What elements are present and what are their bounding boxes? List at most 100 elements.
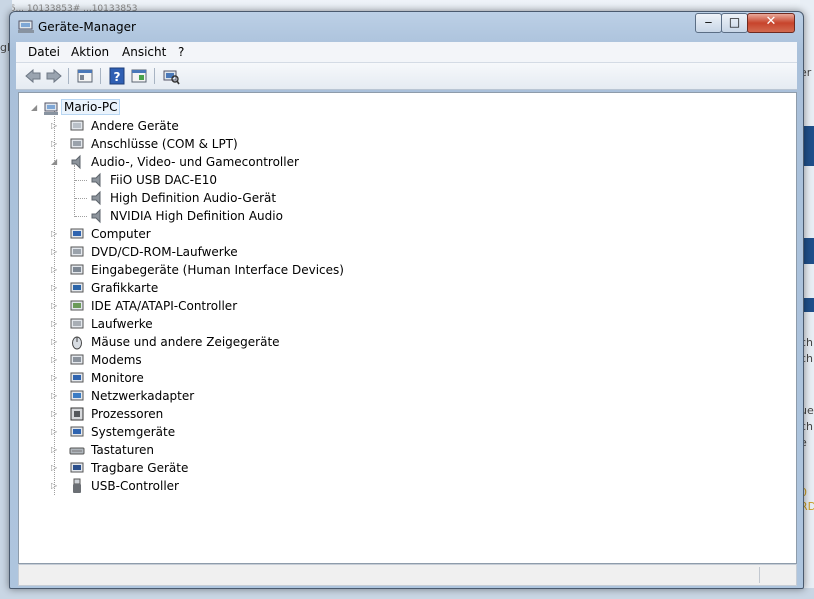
tree-category[interactable]: ▷ Netzwerkadapter	[19, 387, 439, 405]
expand-icon[interactable]: ▷	[51, 121, 59, 131]
tree-root[interactable]: ◢ Mario-PC	[19, 99, 319, 117]
port-icon	[70, 138, 84, 149]
tree-device-label: High Definition Audio-Gerät	[110, 191, 277, 205]
tree-device[interactable]: NVIDIA High Definition Audio	[19, 207, 439, 225]
tree-category[interactable]: ▷ Andere Geräte	[19, 117, 439, 135]
maximize-button[interactable]: □	[721, 13, 748, 33]
speaker-icon	[91, 208, 101, 224]
collapse-icon[interactable]: ◢	[31, 103, 39, 113]
tree-category-label: Mäuse und andere Zeigegeräte	[91, 335, 280, 349]
computer-icon	[70, 228, 84, 239]
expand-icon[interactable]: ▷	[51, 247, 59, 257]
expand-icon[interactable]: ▷	[51, 139, 59, 149]
tree-category-label: Laufwerke	[91, 317, 153, 331]
title-bar[interactable]: Geräte-Manager ‒ □ ✕	[10, 12, 803, 40]
tree-category-label: Netzwerkadapter	[91, 389, 195, 403]
expand-icon[interactable]: ▷	[51, 265, 59, 275]
tree-device-label: FiiO USB DAC-E10	[110, 173, 217, 187]
tree-category[interactable]: ▷ Prozessoren	[19, 405, 439, 423]
expand-icon[interactable]: ▷	[51, 229, 59, 239]
tree-category[interactable]: ▷ Modems	[19, 351, 439, 369]
tree-category-label: Modems	[91, 353, 142, 367]
menu-aktion[interactable]: Aktion	[71, 45, 109, 59]
expand-icon[interactable]: ▷	[51, 337, 59, 347]
menu-help[interactable]: ?	[178, 45, 184, 59]
tree-category[interactable]: ▷ Tastaturen	[19, 441, 439, 459]
tree-category[interactable]: ▷ USB-Controller	[19, 477, 439, 495]
ide-controller-icon	[70, 300, 84, 311]
tree-category-label: Systemgeräte	[91, 425, 176, 439]
speaker-icon	[91, 172, 101, 188]
device-tree-panel[interactable]: ◢ Mario-PC ▷ Andere Geräte ▷ Anschlüsse (CO…	[18, 92, 797, 564]
back-arrow-icon[interactable]	[24, 67, 42, 85]
tree-device[interactable]: FiiO USB DAC-E10	[19, 171, 439, 189]
tree-category-label: Anschlüsse (COM & LPT)	[91, 137, 238, 151]
minimize-button[interactable]: ‒	[695, 13, 722, 33]
minimize-icon: ‒	[704, 15, 713, 29]
menu-datei[interactable]: Datei	[28, 45, 60, 59]
other-devices-icon	[70, 120, 84, 131]
expand-icon[interactable]: ▷	[51, 283, 59, 293]
expand-icon[interactable]: ▷	[51, 481, 59, 491]
toolbar: ?	[16, 63, 797, 90]
device-manager-icon	[18, 20, 34, 33]
tree-category[interactable]: ▷ Monitore	[19, 369, 439, 387]
tree-category[interactable]: ▷ Systemgeräte	[19, 423, 439, 441]
monitor-icon	[70, 372, 84, 383]
maximize-icon: □	[728, 15, 741, 29]
help-icon[interactable]: ?	[108, 67, 126, 85]
tree-device[interactable]: High Definition Audio-Gerät	[19, 189, 439, 207]
expand-icon[interactable]: ▷	[51, 445, 59, 455]
tree-category[interactable]: ▷ Grafikkarte	[19, 279, 439, 297]
hid-icon	[70, 264, 84, 275]
tree-category[interactable]: ▷ Computer	[19, 225, 439, 243]
window-title: Geräte-Manager	[38, 20, 136, 34]
mouse-icon	[72, 336, 82, 350]
tree-category[interactable]: ▷ IDE ATA/ATAPI-Controller	[19, 297, 439, 315]
expand-icon[interactable]: ▷	[51, 427, 59, 437]
speaker-icon	[71, 154, 81, 170]
expand-icon[interactable]: ▷	[51, 373, 59, 383]
tree-category-label: Tastaturen	[91, 443, 154, 457]
expand-icon[interactable]: ▷	[51, 301, 59, 311]
scan-hardware-icon[interactable]	[162, 67, 180, 85]
tree-category[interactable]: ▷ DVD/CD-ROM-Laufwerke	[19, 243, 439, 261]
properties-icon[interactable]	[76, 67, 94, 85]
expand-icon[interactable]: ▷	[51, 355, 59, 365]
tree-category-label: Tragbare Geräte	[91, 461, 189, 475]
tree-category-label: Grafikkarte	[91, 281, 159, 295]
menu-bar: Datei Aktion Ansicht ?	[16, 42, 797, 63]
usb-icon	[73, 478, 81, 493]
portable-device-icon	[70, 462, 84, 473]
tree-category[interactable]: ◢ Audio-, Video- und Gamecontroller	[19, 153, 439, 171]
tree-category[interactable]: ▷ Anschlüsse (COM & LPT)	[19, 135, 439, 153]
menu-ansicht[interactable]: Ansicht	[122, 45, 166, 59]
expand-icon[interactable]: ▷	[51, 463, 59, 473]
tree-category[interactable]: ▷ Tragbare Geräte	[19, 459, 439, 477]
speaker-icon	[91, 190, 101, 206]
tree-category-label: IDE ATA/ATAPI-Controller	[91, 299, 238, 313]
tree-device-label: NVIDIA High Definition Audio	[110, 209, 283, 223]
status-bar	[18, 564, 797, 586]
forward-arrow-icon[interactable]	[45, 67, 63, 85]
processor-icon	[70, 407, 84, 421]
network-adapter-icon	[70, 390, 84, 401]
expand-icon[interactable]: ▷	[51, 391, 59, 401]
keyboard-icon	[69, 447, 85, 455]
computer-icon	[44, 102, 58, 115]
tree-category-label: USB-Controller	[91, 479, 179, 493]
tree-category[interactable]: ▷ Laufwerke	[19, 315, 439, 333]
modem-icon	[70, 354, 84, 365]
tree-category-label: DVD/CD-ROM-Laufwerke	[91, 245, 238, 259]
view-icon[interactable]	[130, 67, 148, 85]
tree-category[interactable]: ▷ Mäuse und andere Zeigegeräte	[19, 333, 439, 351]
tree-category[interactable]: ▷ Eingabegeräte (Human Interface Devices)	[19, 261, 439, 279]
close-button[interactable]: ✕	[747, 13, 795, 33]
expand-icon[interactable]: ▷	[51, 319, 59, 329]
disk-drive-icon	[70, 318, 84, 329]
tree-category-label: Andere Geräte	[91, 119, 179, 133]
expand-icon[interactable]: ▷	[51, 409, 59, 419]
system-devices-icon	[70, 426, 84, 437]
tree-category-label: Computer	[91, 227, 151, 241]
collapse-icon[interactable]: ◢	[51, 157, 59, 167]
